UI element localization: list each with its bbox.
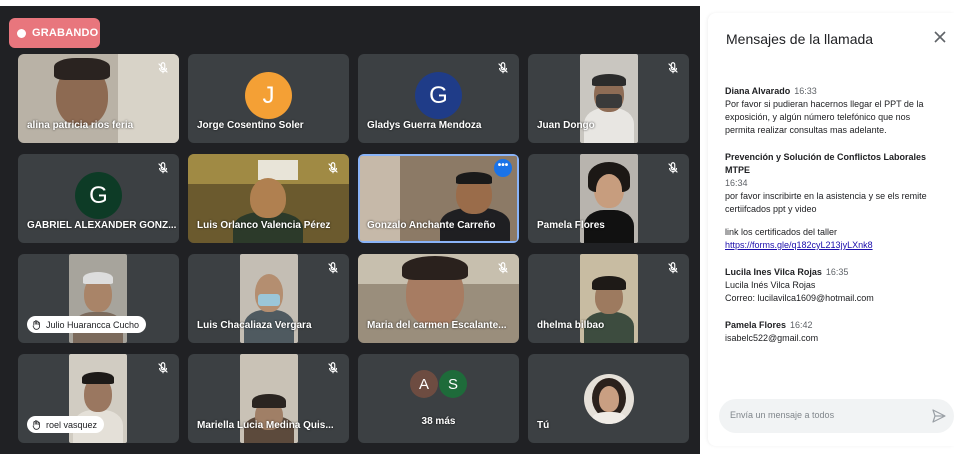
- participant-name: Luis Orlanco Valencia Pérez: [197, 220, 331, 231]
- chat-messages: Diana Alvarado 16:33 Por favor si pudiera…: [725, 85, 949, 359]
- participant-name: dhelma bilbao: [537, 320, 605, 331]
- participant-name: GABRIEL ALEXANDER GONZ...: [27, 220, 177, 231]
- participant-name: Maria del carmen Escalante...: [367, 320, 507, 331]
- recording-label: GRABANDO: [32, 27, 99, 39]
- chat-message: Lucila Ines Vilca Rojas 16:35 Lucila Inés…: [725, 266, 949, 305]
- participant-avatar: G: [415, 72, 462, 119]
- participant-tile[interactable]: G Gladys Guerra Mendoza: [358, 54, 519, 143]
- participant-tile[interactable]: Luis Orlanco Valencia Pérez: [188, 154, 349, 243]
- message-sender: Prevención y Solución de Conflictos Labo…: [725, 152, 927, 175]
- raised-hand-badge: Julio Huarancca Cucho: [27, 316, 147, 333]
- message-time: 16:35: [825, 267, 849, 277]
- mic-off-icon: [328, 262, 338, 274]
- participant-name: roel vasquez: [46, 419, 98, 430]
- participant-avatar: A: [410, 370, 438, 398]
- participant-name: Jorge Cosentino Soler: [197, 120, 304, 131]
- participant-tile[interactable]: Pamela Flores: [528, 154, 689, 243]
- message-time: 16:42: [790, 320, 813, 330]
- recording-badge: GRABANDO: [9, 18, 100, 48]
- participant-tile[interactable]: Juan Dongo: [528, 54, 689, 143]
- message-text: por favor inscribirte en la asistencia y…: [725, 191, 927, 201]
- raised-hand-badge: roel vasquez: [27, 416, 105, 433]
- mic-off-icon: [158, 62, 168, 74]
- participant-name: Julio Huarancca Cucho: [46, 319, 140, 330]
- mic-off-icon: [328, 362, 338, 374]
- chat-message: Prevención y Solución de Conflictos Labo…: [725, 151, 949, 252]
- participant-avatar: J: [245, 72, 292, 119]
- mic-off-icon: [668, 262, 678, 274]
- mic-off-icon: [668, 162, 678, 174]
- participant-tile[interactable]: Maria del carmen Escalante...: [358, 254, 519, 343]
- participant-tile[interactable]: J Jorge Cosentino Soler: [188, 54, 349, 143]
- mic-off-icon: [328, 162, 338, 174]
- meet-window: GRABANDO alina patricia rios feria J Jor…: [0, 0, 954, 454]
- participant-tile[interactable]: Mariella Lucia Medina Quis...: [188, 354, 349, 443]
- message-text: Por favor si pudieran hacernos llegar el…: [725, 99, 924, 109]
- participant-name: Gonzalo Anchante Carreño: [367, 220, 496, 231]
- participant-tile[interactable]: dhelma bilbao: [528, 254, 689, 343]
- participant-name: Pamela Flores: [537, 220, 605, 231]
- message-time: 16:33: [794, 86, 817, 96]
- message-text: isabelc522@gmail.com: [725, 333, 819, 343]
- participant-avatar: S: [439, 370, 467, 398]
- message-time: 16:34: [725, 178, 748, 188]
- participant-name: Juan Dongo: [537, 120, 595, 131]
- send-icon[interactable]: [931, 408, 947, 424]
- message-text: Correo: lucilavilca1609@hotmail.com: [725, 293, 874, 303]
- message-link[interactable]: https://forms.gle/q182cyL213jyLXnk8: [725, 239, 949, 252]
- message-text: permita realizar consultas mas adelante.: [725, 125, 887, 135]
- participant-avatar: G: [75, 172, 122, 219]
- chat-input[interactable]: Envía un mensaje a todos: [719, 399, 954, 433]
- chat-title: Mensajes de la llamada: [726, 31, 874, 47]
- mic-off-icon: [498, 62, 508, 74]
- chat-message: Pamela Flores 16:42 isabelc522@gmail.com: [725, 319, 949, 345]
- participant-tile[interactable]: Luis Chacaliaza Vergara: [188, 254, 349, 343]
- message-sender: Diana Alvarado: [725, 86, 791, 96]
- participant-tile[interactable]: alina patricia rios feria: [18, 54, 179, 143]
- mic-off-icon: [158, 362, 168, 374]
- recording-dot-icon: [17, 28, 26, 38]
- participant-tile[interactable]: G GABRIEL ALEXANDER GONZ...: [18, 154, 179, 243]
- close-icon[interactable]: [932, 29, 948, 45]
- raised-hand-icon: [32, 319, 40, 330]
- participant-name: Luis Chacaliaza Vergara: [197, 320, 312, 331]
- message-text: exposición, y algún número telefónico qu…: [725, 112, 911, 122]
- participant-tile-selected[interactable]: ••• Gonzalo Anchante Carreño: [358, 154, 519, 243]
- participant-name: alina patricia rios feria: [27, 120, 134, 131]
- more-options-icon[interactable]: •••: [494, 159, 512, 177]
- message-sender: Pamela Flores: [725, 320, 787, 330]
- video-grid: GRABANDO alina patricia rios feria J Jor…: [0, 6, 700, 454]
- chat-input-placeholder: Envía un mensaje a todos: [730, 410, 835, 420]
- participant-tile[interactable]: roel vasquez: [18, 354, 179, 443]
- participant-tile[interactable]: Julio Huarancca Cucho: [18, 254, 179, 343]
- participant-name: Mariella Lucia Medina Quis...: [197, 420, 334, 431]
- mic-off-icon: [498, 262, 508, 274]
- chat-panel: Mensajes de la llamada Diana Alvarado 16:…: [708, 13, 954, 446]
- mic-off-icon: [668, 62, 678, 74]
- participant-name: Tú: [537, 420, 550, 431]
- message-text: Lucila Inés Vilca Rojas: [725, 280, 816, 290]
- more-participants-count: 38 más: [421, 416, 456, 427]
- self-tile[interactable]: Tú: [528, 354, 689, 443]
- raised-hand-icon: [32, 419, 40, 430]
- message-text: link los certificados del taller: [725, 227, 838, 237]
- mic-off-icon: [158, 162, 168, 174]
- more-participants-tile[interactable]: A S 38 más: [358, 354, 519, 443]
- self-video-bubble: [584, 374, 634, 424]
- message-sender: Lucila Ines Vilca Rojas: [725, 267, 822, 277]
- chat-message: Diana Alvarado 16:33 Por favor si pudiera…: [725, 85, 949, 137]
- message-text: certiifcados ppt y video: [725, 204, 817, 214]
- participant-name: Gladys Guerra Mendoza: [367, 120, 482, 131]
